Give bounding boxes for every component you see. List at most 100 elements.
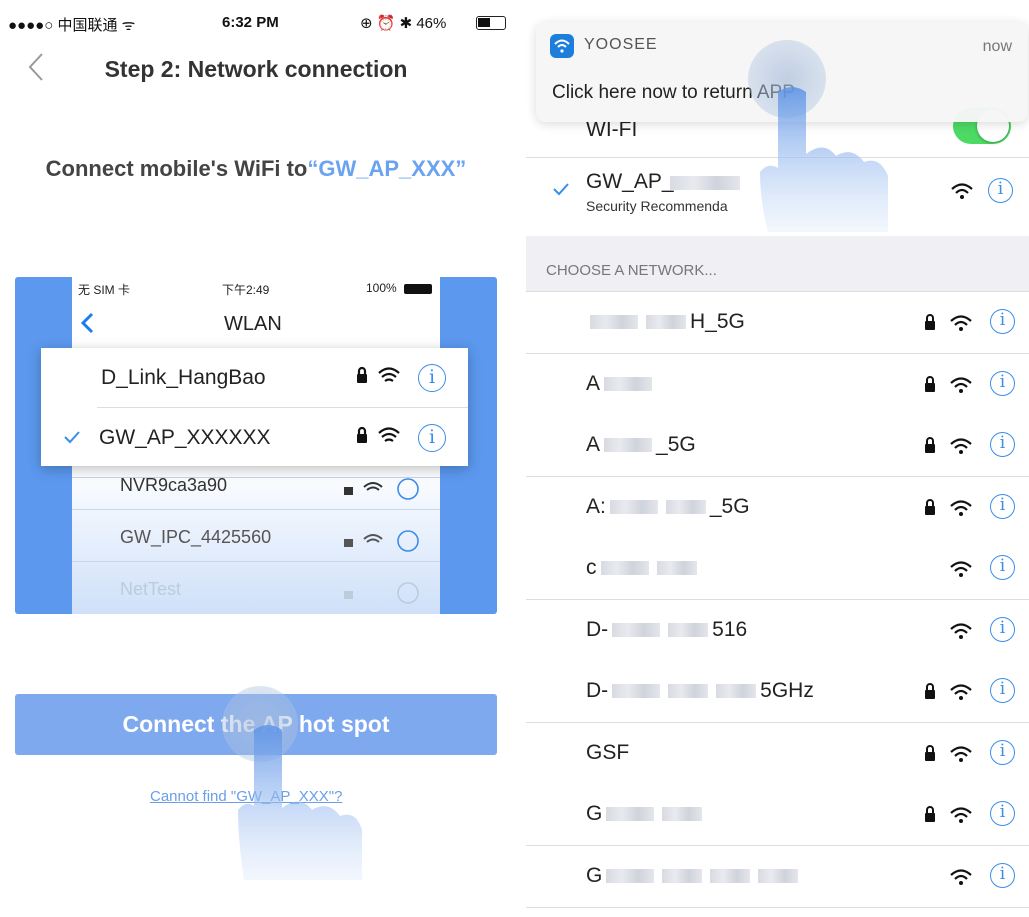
- info-icon[interactable]: i: [990, 432, 1015, 457]
- mini-list-row: GW_IPC_4425560: [120, 527, 272, 547]
- info-icon[interactable]: i: [990, 678, 1015, 703]
- network-row[interactable]: ci: [526, 538, 1029, 600]
- network-row[interactable]: A: _5G i: [526, 476, 1029, 539]
- mock-row-icons: [357, 366, 400, 443]
- network-row[interactable]: D- 5GHz i: [526, 661, 1029, 723]
- info-icon[interactable]: i: [418, 424, 446, 452]
- hand-pointer-icon: [760, 87, 888, 232]
- network-name-end: _5G: [709, 494, 750, 518]
- info-icon[interactable]: i: [990, 616, 1015, 642]
- network-name: A _5G: [586, 433, 696, 457]
- mini-list-row: NetTest: [120, 579, 182, 599]
- checkmark-icon: [64, 431, 80, 444]
- network-row[interactable]: A _5G i: [526, 415, 1029, 477]
- instruction-ssid: “GW_AP_XXX”: [307, 156, 467, 181]
- mini-battery-label: 100%: [366, 281, 397, 295]
- page-title: Step 2: Network connection: [104, 56, 408, 82]
- redacted-text: [604, 376, 653, 391]
- network-name-start: A:: [586, 494, 606, 518]
- info-icon[interactable]: i: [988, 178, 1013, 203]
- wifi-icon: [951, 183, 973, 199]
- info-icon[interactable]: i: [990, 801, 1015, 826]
- status-bar: ●●●●○ 中国联通 ᯤ 6:32 PM ⊕ ⏰ ✱ 46%: [0, 10, 512, 38]
- network-name-end: 5GHz: [760, 679, 814, 702]
- redacted-text: [600, 561, 649, 576]
- network-name: A: [586, 372, 656, 396]
- network-row[interactable]: Ai: [526, 353, 1029, 416]
- network-name-start: A: [586, 433, 601, 456]
- status-time: 6:32 PM: [222, 14, 279, 31]
- mini-row-icons: [344, 478, 419, 604]
- network-name: c: [586, 556, 701, 580]
- redacted-text: [662, 807, 703, 822]
- connected-network-sub: Security Recommenda: [586, 198, 728, 214]
- mini-status-bar: 无 SIM 卡 下午2:49 100%: [72, 279, 440, 299]
- network-row[interactable]: D- 516 i: [526, 599, 1029, 662]
- status-indicators: ⊕ ⏰ ✱ 46%: [360, 15, 447, 32]
- redacted-text: [670, 176, 740, 190]
- redacted-text: [710, 868, 751, 883]
- network-icons: [925, 375, 972, 393]
- mock-row-dlink: D_Link_HangBao: [101, 366, 266, 389]
- network-icons: [950, 622, 972, 639]
- network-name-end: H_5G: [690, 310, 745, 333]
- redacted-text: [665, 499, 706, 514]
- info-icon[interactable]: i: [990, 370, 1015, 396]
- mini-back-icon: [80, 312, 94, 334]
- network-name: G: [586, 802, 706, 826]
- connected-network-name: GW_AP_: [586, 170, 674, 193]
- network-icons: [925, 744, 972, 762]
- instruction-text: Connect mobile's WiFi to“GW_AP_XXX”: [0, 156, 512, 182]
- info-icon[interactable]: i: [990, 555, 1015, 580]
- redacted-text: [604, 438, 653, 453]
- screenshot-composite: ●●●●○ 中国联通 ᯤ 6:32 PM ⊕ ⏰ ✱ 46% Step 2: N…: [0, 0, 1029, 917]
- network-name-start: GSF: [586, 740, 630, 764]
- redacted-text: [758, 868, 799, 883]
- info-icon[interactable]: i: [990, 493, 1015, 519]
- mock-wifi-popup: D_Link_HangBao GW_AP_XXXXXX i i: [41, 348, 468, 466]
- app-setup-screen: ●●●●○ 中国联通 ᯤ 6:32 PM ⊕ ⏰ ✱ 46% Step 2: N…: [0, 0, 512, 917]
- network-row[interactable]: Gi: [526, 784, 1029, 846]
- network-name: G: [586, 864, 802, 888]
- network-name: D- 5GHz: [586, 679, 814, 703]
- network-name: GSF: [586, 741, 629, 765]
- redacted-text: [668, 684, 709, 699]
- mini-battery-icon: [404, 284, 432, 294]
- info-icon[interactable]: i: [990, 862, 1015, 888]
- info-icon[interactable]: i: [418, 364, 446, 392]
- redacted-text: [656, 561, 697, 576]
- redacted-text: [612, 622, 661, 637]
- network-icons: [950, 868, 972, 885]
- battery-icon: [476, 16, 506, 30]
- checkmark-icon: [553, 183, 569, 196]
- redacted-text: [590, 315, 638, 330]
- network-name: D- 516: [586, 618, 747, 642]
- section-label: CHOOSE A NETWORK...: [546, 262, 717, 279]
- redacted-text: [609, 499, 658, 514]
- redacted-text: [612, 684, 661, 699]
- mock-row-gwap: GW_AP_XXXXXX: [99, 426, 271, 449]
- network-row[interactable]: H_5G i: [526, 292, 1029, 354]
- mini-wlan-title: WLAN: [224, 313, 282, 335]
- info-icon[interactable]: i: [990, 309, 1015, 334]
- network-name-end: _5G: [656, 433, 696, 456]
- network-row[interactable]: Gi: [526, 845, 1029, 908]
- network-icons: [925, 683, 972, 700]
- network-name-start: D-: [586, 617, 609, 641]
- notification-app-name: YOOSEE: [584, 36, 658, 53]
- notification-time: now: [982, 38, 1012, 55]
- network-name-start: G: [586, 863, 603, 887]
- hand-pointer-icon: [238, 725, 362, 880]
- redacted-text: [606, 807, 655, 822]
- network-name: A: _5G: [586, 495, 750, 519]
- mini-sim-label: 无 SIM 卡: [78, 283, 131, 297]
- network-name-start: G: [586, 802, 603, 825]
- carrier-label: ●●●●○ 中国联通 ᯤ: [8, 17, 136, 34]
- network-icons: [925, 437, 972, 454]
- network-row[interactable]: GSF i: [526, 722, 1029, 785]
- mini-list-row: NVR9ca3a90: [120, 475, 228, 495]
- redacted-text: [662, 868, 703, 883]
- network-name-start: c: [586, 556, 597, 579]
- info-icon[interactable]: i: [990, 739, 1015, 765]
- network-icons: [925, 806, 972, 823]
